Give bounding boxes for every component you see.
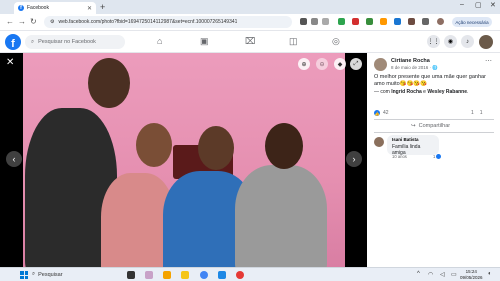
minimize-icon[interactable]: – — [460, 1, 464, 8]
taskbar-search[interactable]: ⌕ Pesquisar — [32, 271, 63, 278]
taskbar-app-blue-icon[interactable] — [218, 271, 226, 279]
chrome-icon[interactable] — [200, 271, 208, 279]
tagged-people: — com Ingrid Rocha e Wesley Rabanne. — [374, 89, 469, 95]
share-count[interactable]: 1 — [480, 110, 483, 116]
search-icon: ⌕ — [32, 271, 36, 277]
photo-person-man-head — [88, 58, 130, 108]
fullscreen-icon[interactable]: ⤢ — [350, 58, 362, 70]
author-name[interactable]: Cirtiane Rocha — [391, 58, 430, 64]
update-required-button[interactable]: Ação necessária — [452, 17, 492, 27]
extension-green-icon[interactable] — [338, 18, 345, 25]
video-icon[interactable]: ▣ — [200, 36, 209, 47]
divider — [374, 132, 494, 133]
next-photo-button[interactable]: › — [346, 151, 362, 167]
maximize-icon[interactable]: ▢ — [475, 1, 482, 9]
public-globe-icon: 🌐 — [432, 65, 438, 70]
photo-image — [23, 53, 345, 267]
taskbar-app-red-icon[interactable] — [236, 271, 244, 279]
comment-count[interactable]: 1 — [471, 110, 474, 116]
task-view-icon[interactable] — [127, 271, 135, 279]
messenger-icon[interactable]: ◉ — [444, 35, 457, 48]
tag-icon[interactable]: ◆ — [334, 58, 346, 70]
gaming-icon[interactable]: ◎ — [332, 36, 340, 47]
facebook-favicon-icon: f — [18, 5, 24, 11]
windows-start-icon[interactable] — [20, 271, 28, 279]
search-placeholder: Pesquisar no Facebook — [38, 39, 96, 45]
home-icon[interactable]: ⌂ — [157, 36, 162, 46]
divider — [374, 119, 494, 120]
tab-facebook[interactable]: f Facebook ✕ — [14, 2, 96, 14]
menu-grid-icon[interactable]: ⋮⋮ — [427, 35, 440, 48]
profile-avatar-icon[interactable] — [437, 18, 444, 25]
site-info-icon[interactable]: ⚙ — [50, 19, 54, 25]
new-tab-button[interactable]: + — [100, 2, 105, 12]
facebook-search-input[interactable]: ⌕ Pesquisar no Facebook — [25, 35, 125, 49]
wifi-icon[interactable]: ◠ — [428, 271, 433, 278]
more-options-icon[interactable]: ⋯ — [485, 57, 492, 65]
engagement-counts: 1 1 — [471, 110, 483, 116]
facebook-logo-icon[interactable]: f — [5, 34, 21, 50]
post-date[interactable]: 8 de maio de 2016 · 🌐 — [391, 65, 438, 71]
tagged-person-link[interactable]: Wesley Rabanne — [427, 89, 467, 95]
post-details-panel: Cirtiane Rocha 8 de maio de 2016 · 🌐 ⋯ O… — [367, 53, 500, 267]
share-arrow-icon: ↪ — [411, 123, 416, 129]
close-window-icon[interactable]: ✕ — [490, 1, 496, 9]
extension-blue-icon[interactable] — [394, 18, 401, 25]
facebook-header: f ⌕ Pesquisar no Facebook ⌂ ▣ ⌧ ◫ ◎ ⋮⋮ ◉… — [0, 31, 500, 53]
file-explorer-icon[interactable] — [181, 271, 189, 279]
tab-title: Facebook — [27, 5, 49, 11]
reaction-count: 42 — [383, 110, 389, 116]
windows-taskbar: ⌕ Pesquisar ^ ◠ ◁ ▭ 15:24 09/05/2026 ◐ — [0, 267, 500, 281]
zoom-out-icon[interactable]: ⊖ — [316, 58, 328, 70]
commenter-name[interactable]: Isani Batista — [392, 137, 434, 142]
address-bar[interactable]: ⚙ web.facebook.com/photo?fbid=1694725014… — [44, 16, 292, 28]
account-avatar[interactable] — [479, 35, 493, 49]
reaction-summary[interactable]: 👍 42 — [374, 110, 389, 116]
notification-center-icon[interactable]: ◐ — [488, 271, 492, 277]
close-viewer-icon[interactable]: ✕ — [6, 57, 14, 68]
extensions-puzzle-icon[interactable] — [422, 18, 429, 25]
comment-like-count: 1 — [433, 154, 442, 159]
like-reaction-icon: 👍 — [374, 110, 380, 116]
comment-age[interactable]: 10 anos — [392, 154, 407, 159]
bookmark-star-icon[interactable] — [322, 18, 329, 25]
cast-icon[interactable] — [300, 18, 307, 25]
extension-orange-icon[interactable] — [380, 18, 387, 25]
zoom-icon[interactable] — [311, 18, 318, 25]
url-text: web.facebook.com/photo?fbid=169472501411… — [58, 19, 238, 25]
search-icon: ⌕ — [31, 38, 35, 45]
photo-viewer: ✕ ‹ › ⊕ ⊖ ◆ ⤢ — [0, 53, 367, 267]
share-button[interactable]: ↪ Compartilhar — [411, 123, 450, 129]
battery-icon[interactable]: ▭ — [451, 271, 457, 278]
previous-photo-button[interactable]: ‹ — [6, 151, 22, 167]
tagged-person-link[interactable]: Ingrid Rocha — [391, 89, 422, 95]
back-icon[interactable]: ← — [6, 17, 14, 26]
marketplace-icon[interactable]: ⌧ — [245, 36, 255, 47]
notifications-bell-icon[interactable]: ♪ — [461, 35, 474, 48]
volume-icon[interactable]: ◁ — [440, 271, 445, 278]
commenter-avatar[interactable] — [374, 137, 384, 147]
zoom-in-icon[interactable]: ⊕ — [298, 58, 310, 70]
post-caption: O melhor presente que uma mãe quer ganha… — [374, 74, 486, 87]
photo-person-boy-head — [136, 123, 172, 167]
photo-person-daughter-head — [265, 123, 303, 169]
forward-icon[interactable]: → — [18, 17, 26, 26]
browser-toolbar: ← → ↻ ⚙ web.facebook.com/photo?fbid=1694… — [0, 14, 500, 31]
author-avatar[interactable] — [374, 58, 387, 71]
photo-person-daughter — [235, 165, 327, 267]
groups-icon[interactable]: ◫ — [289, 36, 298, 47]
like-reaction-icon — [436, 154, 442, 159]
comment-bubble: Isani Batista Família linda amiga — [387, 135, 439, 156]
taskbar-app-icon[interactable] — [145, 271, 153, 279]
taskbar-clock[interactable]: 15:24 09/05/2026 — [460, 269, 483, 281]
tray-chevron-icon[interactable]: ^ — [417, 271, 420, 277]
extension-sheets-icon[interactable] — [366, 18, 373, 25]
browser-tab-strip: f Facebook ✕ + – ▢ ✕ — [0, 0, 500, 14]
extension-red-icon[interactable] — [352, 18, 359, 25]
extension-brown-icon[interactable] — [408, 18, 415, 25]
photo-person-mother-head — [198, 126, 234, 170]
reload-icon[interactable]: ↻ — [30, 17, 37, 26]
taskbar-vlc-icon[interactable] — [163, 271, 171, 279]
close-tab-icon[interactable]: ✕ — [87, 5, 92, 12]
